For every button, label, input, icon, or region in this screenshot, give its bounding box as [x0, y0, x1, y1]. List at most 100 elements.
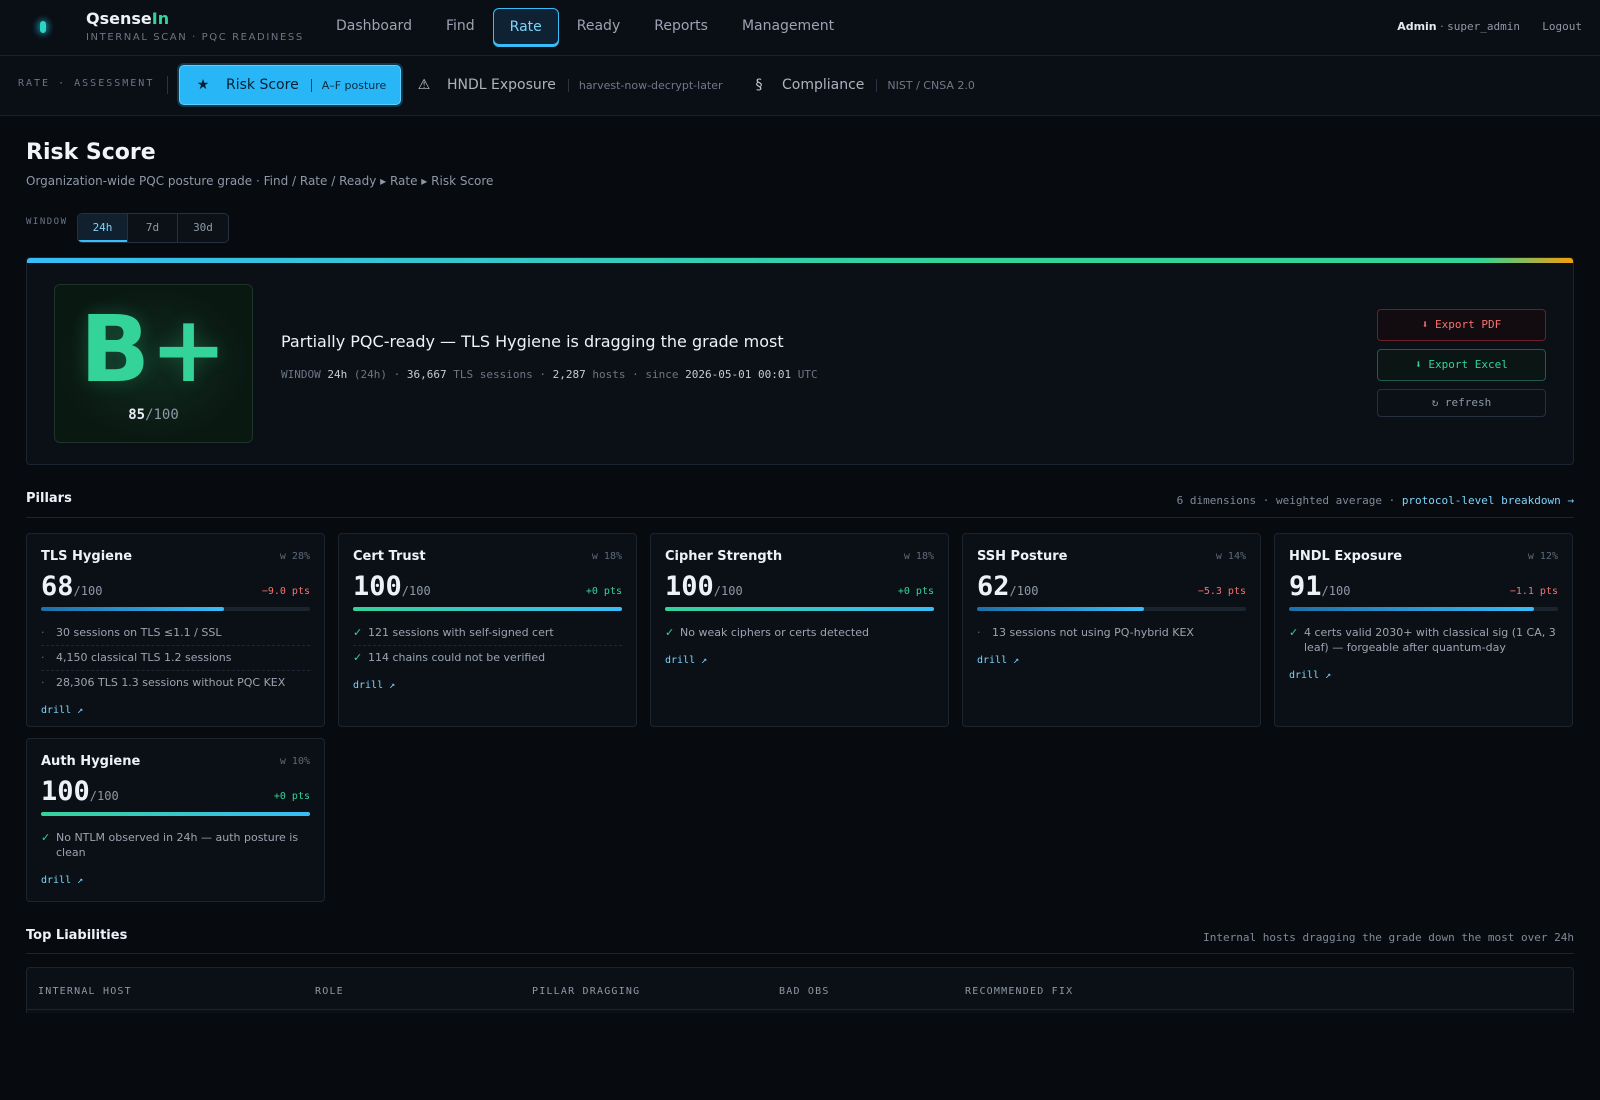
- pillar-delta: −5.3 pts: [1197, 586, 1246, 597]
- col-pillar-dragging[interactable]: PILLAR DRAGGING: [532, 986, 640, 997]
- nav-find[interactable]: Find: [430, 8, 491, 45]
- pillar-score-value: 68: [41, 571, 74, 602]
- liabilities-table: INTERNAL HOST ROLE PILLAR DRAGGING BAD O…: [26, 967, 1574, 1013]
- finding-text: No NTLM observed in 24h — auth posture i…: [56, 831, 299, 859]
- user-info: Admin · super_admin: [1397, 20, 1520, 33]
- subtab-compliance[interactable]: § Compliance NIST / CNSA 2.0: [748, 65, 975, 105]
- pillar-name: Cert Trust: [353, 549, 426, 564]
- pillar-findings: ✓ 121 sessions with self-signed cert ✓ 114 …: [353, 621, 622, 670]
- drill-link[interactable]: drill ↗: [41, 875, 83, 886]
- window-option-24h[interactable]: 24h: [78, 214, 128, 242]
- pillar-card-tls-hygiene: TLS Hygiene w 28% 68/100 −9.0 pts · 30 sessio…: [26, 533, 325, 727]
- liabilities-divider: [26, 953, 1574, 954]
- brand-accent: In: [151, 9, 170, 28]
- meta-hosts-label: hosts: [592, 368, 626, 381]
- pillar-findings: ✓ 4 certs valid 2030+ with classical sig …: [1289, 621, 1558, 660]
- col-bad-obs[interactable]: BAD OBS: [779, 986, 830, 997]
- pillar-name: HNDL Exposure: [1289, 549, 1403, 564]
- check-icon: ✓: [665, 626, 675, 639]
- brand-subtitle: INTERNAL SCAN · PQC READINESS: [86, 32, 304, 43]
- liabilities-title: Top Liabilities: [26, 928, 128, 943]
- window-label: WINDOW: [26, 217, 68, 227]
- brand-name[interactable]: QsenseIn: [86, 9, 169, 28]
- nav-dashboard[interactable]: Dashboard: [320, 8, 428, 45]
- finding-text: 28,306 TLS 1.3 sessions without PQC KEX: [56, 676, 286, 689]
- check-icon: ✓: [41, 831, 51, 844]
- pillar-score-out-of: /100: [89, 789, 119, 803]
- subtab-hndl-exposure[interactable]: ⚠ HNDL Exposure harvest-now-decrypt-late…: [413, 65, 723, 105]
- grade-score: 85/100: [55, 407, 252, 423]
- drill-link[interactable]: drill ↗: [41, 705, 83, 716]
- nav-management[interactable]: Management: [726, 8, 850, 45]
- pillar-score-value: 91: [1289, 571, 1322, 602]
- nav-ready[interactable]: Ready: [561, 8, 636, 45]
- grade-box: B+ 85/100: [54, 284, 253, 443]
- username: super_admin: [1447, 20, 1520, 33]
- pillars-summary: 6 dimensions · weighted average · protoc…: [1177, 494, 1574, 507]
- pillar-score-out-of: /100: [713, 584, 743, 598]
- bullet-icon: ·: [41, 626, 45, 639]
- pillar-score: 100/100: [353, 571, 431, 602]
- table-header: INTERNAL HOST ROLE PILLAR DRAGGING BAD O…: [27, 968, 1573, 1010]
- nav-reports[interactable]: Reports: [638, 8, 724, 45]
- pillar-findings: · 13 sessions not using PQ-hybrid KEX: [977, 621, 1246, 645]
- subnav-label: RATE · ASSESSMENT: [18, 78, 155, 89]
- meta-since-label: since: [645, 368, 679, 381]
- check-icon: ✓: [353, 626, 363, 639]
- hero-gradient-bar: [27, 258, 1573, 263]
- window-option-7d[interactable]: 7d: [128, 214, 178, 242]
- pillar-name: Auth Hygiene: [41, 754, 141, 769]
- pillar-progress-fill: [41, 607, 224, 611]
- pillar-card-auth-hygiene: Auth Hygiene w 10% 100/100 +0 pts ✓ No NTLM o…: [26, 738, 325, 902]
- subtab-label: HNDL Exposure: [447, 77, 556, 93]
- drill-link[interactable]: drill ↗: [353, 680, 395, 691]
- pillar-finding: ✓ No NTLM observed in 24h — auth posture …: [41, 826, 310, 865]
- pillar-weight: w 18%: [903, 551, 934, 562]
- nav-rate[interactable]: Rate: [492, 8, 559, 45]
- export-pdf-button[interactable]: ⬇ Export PDF: [1377, 309, 1546, 341]
- subnav-divider: [167, 76, 168, 94]
- drill-link[interactable]: drill ↗: [1289, 670, 1331, 681]
- subtab-label: Compliance: [782, 77, 865, 93]
- meta-sessions-label: TLS sessions: [453, 368, 533, 381]
- subtab-tag: NIST / CNSA 2.0: [876, 78, 975, 92]
- pillar-card-ssh-posture: SSH Posture w 14% 62/100 −5.3 pts · 13 sessio…: [962, 533, 1261, 727]
- meta-since-value: 2026-05-01 00:01: [685, 368, 792, 381]
- liabilities-subtitle: Internal hosts dragging the grade down t…: [1203, 931, 1574, 944]
- pillar-score-value: 100: [353, 571, 402, 602]
- meta-timezone: UTC: [797, 368, 818, 381]
- meta-sessions-value: 36,667: [406, 368, 447, 381]
- pillar-finding: · 28,306 TLS 1.3 sessions without PQC KEX: [41, 671, 310, 695]
- pillar-progress-fill: [1289, 607, 1534, 611]
- hero-headline: Partially PQC-ready — TLS Hygiene is dra…: [281, 332, 784, 351]
- pillar-findings: ✓ No weak ciphers or certs detected: [665, 621, 934, 645]
- pillar-progress-bar: [977, 607, 1246, 611]
- logout-link[interactable]: Logout: [1542, 20, 1582, 33]
- pillar-progress-bar: [41, 812, 310, 816]
- pillar-finding: ✓ 114 chains could not be verified: [353, 646, 622, 670]
- col-recommended-fix[interactable]: RECOMMENDED FIX: [965, 986, 1073, 997]
- subtab-risk-score[interactable]: ★ Risk Score A–F posture: [179, 65, 402, 105]
- pillar-findings: ✓ No NTLM observed in 24h — auth posture …: [41, 826, 310, 865]
- section-icon: §: [755, 77, 763, 93]
- brand-main: Qsense: [86, 9, 152, 28]
- col-internal-host[interactable]: INTERNAL HOST: [38, 986, 132, 997]
- export-excel-button[interactable]: ⬇ Export Excel: [1377, 349, 1546, 381]
- drill-link[interactable]: drill ↗: [977, 655, 1019, 666]
- sub-navbar: RATE · ASSESSMENT ★ Risk Score A–F postu…: [0, 56, 1600, 116]
- refresh-button[interactable]: ↻ refresh: [1377, 389, 1546, 417]
- top-navbar: QsenseIn INTERNAL SCAN · PQC READINESS D…: [0, 0, 1600, 56]
- pillar-card-cipher-strength: Cipher Strength w 18% 100/100 +0 pts ✓ No wea…: [650, 533, 949, 727]
- pillar-finding: ✓ 121 sessions with self-signed cert: [353, 621, 622, 646]
- drill-link[interactable]: drill ↗: [665, 655, 707, 666]
- col-role[interactable]: ROLE: [315, 986, 344, 997]
- pillar-score-value: 100: [41, 776, 90, 807]
- pillar-findings: · 30 sessions on TLS ≤1.1 / SSL · 4,150 cla…: [41, 621, 310, 695]
- grade-letter: B+: [79, 296, 228, 403]
- user-separator: ·: [1440, 20, 1444, 33]
- finding-text: 4 certs valid 2030+ with classical sig (…: [1304, 626, 1556, 654]
- window-option-30d[interactable]: 30d: [178, 214, 228, 242]
- protocol-breakdown-link[interactable]: protocol-level breakdown →: [1402, 494, 1574, 507]
- pillar-progress-bar: [665, 607, 934, 611]
- pillar-score-value: 62: [977, 571, 1010, 602]
